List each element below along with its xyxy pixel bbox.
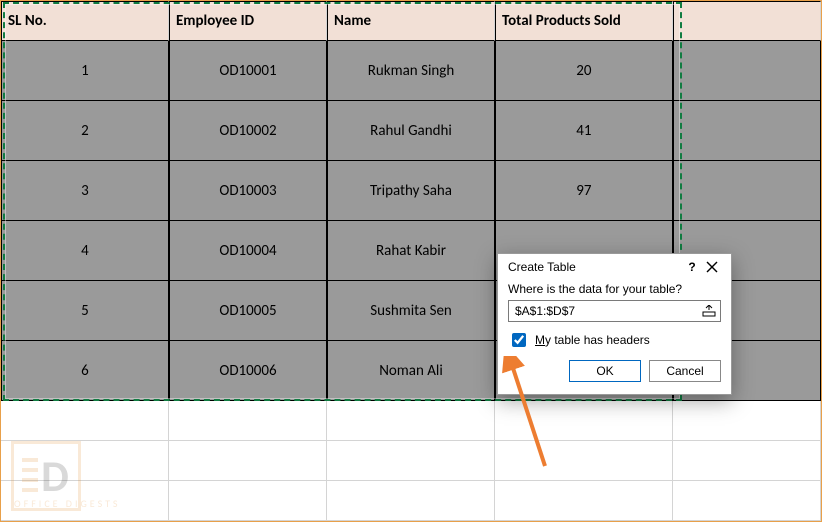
cell-name[interactable]: Rahul Gandhi — [327, 101, 495, 161]
table-row: 2OD10002Rahul Gandhi41 — [1, 101, 821, 161]
cell-sl[interactable]: 6 — [1, 341, 169, 401]
headers-checkbox-row: My table has headers — [508, 330, 721, 350]
cell-name[interactable]: Rahat Kabir — [327, 221, 495, 281]
table-row: 1OD10001Rukman Singh20 — [1, 41, 821, 101]
help-icon[interactable]: ? — [683, 260, 701, 274]
cell-emp[interactable]: OD10005 — [169, 281, 327, 341]
blank-cell[interactable] — [495, 401, 673, 441]
cell-name[interactable]: Sushmita Sen — [327, 281, 495, 341]
blank-cell[interactable] — [673, 1, 821, 41]
cell-emp[interactable]: OD10006 — [169, 341, 327, 401]
table-row: 3OD10003Tripathy Saha97 — [1, 161, 821, 221]
cell-emp[interactable]: OD10004 — [169, 221, 327, 281]
blank-cell[interactable] — [327, 481, 495, 521]
cell-sl[interactable]: 3 — [1, 161, 169, 221]
blank-cell[interactable] — [327, 441, 495, 481]
col-header-sl[interactable]: SL No. — [1, 1, 169, 41]
blank-cell[interactable] — [169, 441, 327, 481]
blank-cell[interactable] — [1, 481, 169, 521]
create-table-dialog: Create Table ? Where is the data for you… — [497, 253, 732, 395]
collapse-dialog-icon[interactable] — [700, 303, 718, 319]
col-header-emp[interactable]: Employee ID — [169, 1, 327, 41]
col-header-name[interactable]: Name — [327, 1, 495, 41]
cell-sl[interactable]: 2 — [1, 101, 169, 161]
empty-row — [1, 401, 821, 441]
cell-emp[interactable]: OD10001 — [169, 41, 327, 101]
close-icon[interactable] — [701, 261, 723, 273]
blank-cell[interactable] — [495, 441, 673, 481]
blank-cell[interactable] — [673, 481, 821, 521]
blank-cell[interactable] — [495, 481, 673, 521]
cell-emp[interactable]: OD10002 — [169, 101, 327, 161]
blank-cell[interactable] — [1, 441, 169, 481]
col-header-sold[interactable]: Total Products Sold — [495, 1, 673, 41]
cell-name[interactable]: Rukman Singh — [327, 41, 495, 101]
empty-row — [1, 441, 821, 481]
blank-cell[interactable] — [673, 441, 821, 481]
blank-cell[interactable] — [673, 101, 821, 161]
empty-row — [1, 481, 821, 521]
cancel-button[interactable]: Cancel — [649, 360, 721, 382]
cell-name[interactable]: Noman Ali — [327, 341, 495, 401]
cell-sl[interactable]: 5 — [1, 281, 169, 341]
table-header-row: SL No. Employee ID Name Total Products S… — [1, 1, 821, 41]
blank-cell[interactable] — [169, 481, 327, 521]
headers-checkbox[interactable] — [512, 333, 526, 347]
ok-button[interactable]: OK — [569, 360, 641, 382]
range-input[interactable] — [513, 303, 700, 319]
dialog-question: Where is the data for your table? — [508, 282, 721, 296]
range-input-wrapper — [508, 300, 721, 322]
blank-cell[interactable] — [673, 161, 821, 221]
cell-emp[interactable]: OD10003 — [169, 161, 327, 221]
cell-sold[interactable]: 41 — [495, 101, 673, 161]
headers-checkbox-label[interactable]: My table has headers — [535, 333, 650, 347]
blank-cell[interactable] — [327, 401, 495, 441]
cell-sl[interactable]: 1 — [1, 41, 169, 101]
cell-sold[interactable]: 97 — [495, 161, 673, 221]
dialog-titlebar: Create Table ? — [498, 254, 731, 278]
blank-cell[interactable] — [169, 401, 327, 441]
cell-name[interactable]: Tripathy Saha — [327, 161, 495, 221]
blank-cell[interactable] — [673, 41, 821, 101]
blank-cell[interactable] — [1, 401, 169, 441]
cell-sl[interactable]: 4 — [1, 221, 169, 281]
dialog-title: Create Table — [508, 260, 683, 274]
cell-sold[interactable]: 20 — [495, 41, 673, 101]
blank-cell[interactable] — [673, 401, 821, 441]
